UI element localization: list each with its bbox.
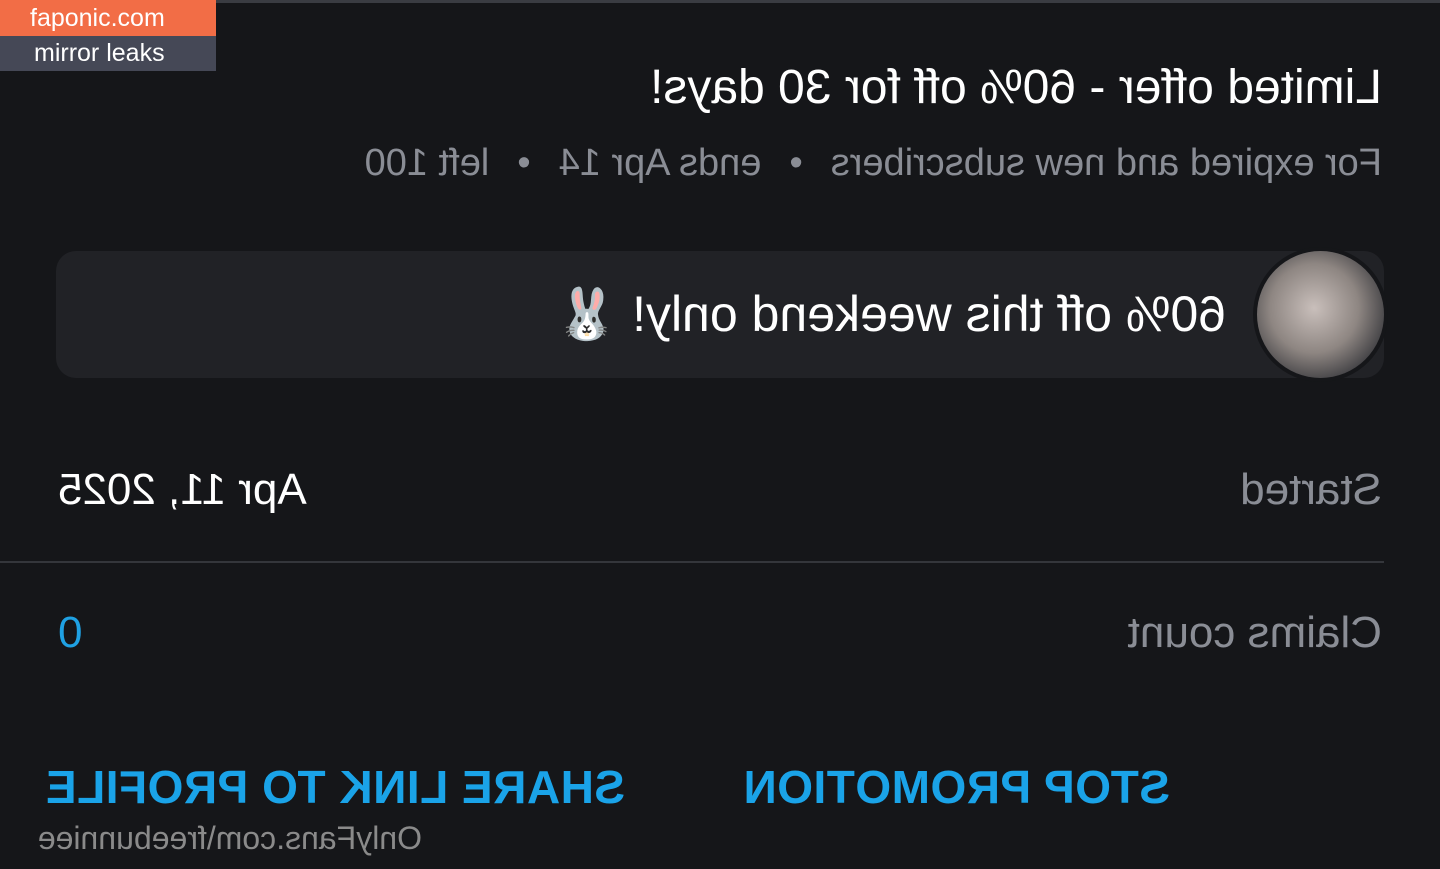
promo-message: 60% off this weekend only! 🐰 xyxy=(556,285,1226,344)
details-divider xyxy=(0,561,1384,563)
watermark-badge: faponic.com mirror leaks xyxy=(0,0,216,71)
share-link-button[interactable]: SHARE LINK TO PROFILE xyxy=(45,760,625,814)
watermark-tagline: mirror leaks xyxy=(0,36,216,71)
avatar[interactable] xyxy=(1257,251,1384,378)
offer-ends: ends Apr 14 xyxy=(558,142,762,184)
watermark-site: faponic.com xyxy=(0,0,216,36)
offer-audience: For expired and new subscribers xyxy=(830,142,1382,184)
stop-promotion-button[interactable]: STOP PROMOTION xyxy=(743,760,1170,814)
offer-left: left 100 xyxy=(364,142,490,184)
top-divider xyxy=(0,0,1440,3)
separator-dot: • xyxy=(789,142,803,184)
offer-subtitle: For expired and new subscribers • ends Apr… xyxy=(365,142,1382,185)
offer-title: Limited offer - 60% off for 30 days! xyxy=(650,61,1382,114)
claims-count-label: Claims count xyxy=(1127,608,1382,657)
watermark-profile-url: OnlyFans.com\freebunniee xyxy=(37,820,422,856)
claims-count-value[interactable]: 0 xyxy=(58,608,82,658)
started-value: Apr 11, 2025 xyxy=(58,465,307,514)
separator-dot: • xyxy=(517,142,531,184)
rabbit-emoji-icon: 🐰 xyxy=(555,286,619,342)
mirrored-screen: Limited offer - 60% off for 30 days! For… xyxy=(0,0,1440,869)
promo-message-text: 60% off this weekend only! xyxy=(632,286,1226,342)
started-label: Started xyxy=(1240,465,1382,514)
